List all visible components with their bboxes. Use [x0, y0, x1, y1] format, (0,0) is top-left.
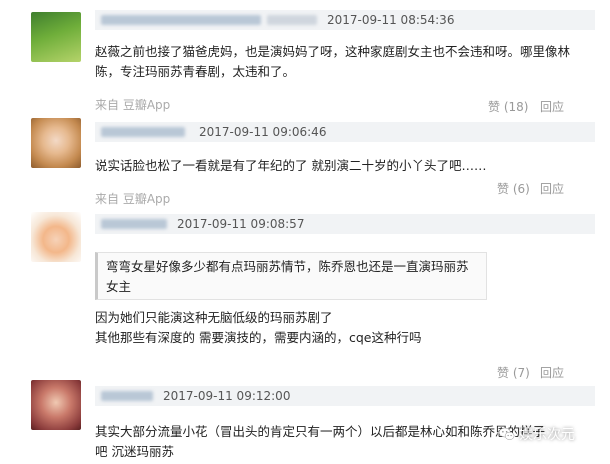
avatar[interactable] — [31, 118, 81, 168]
reply-button[interactable]: 回应 — [540, 180, 564, 197]
like-button[interactable]: 赞 (6) — [497, 180, 530, 197]
avatar[interactable] — [31, 380, 81, 430]
reply-button[interactable]: 回应 — [540, 98, 564, 115]
avatar[interactable] — [31, 212, 81, 262]
comment-header: 2017-09-11 09:06:46 — [95, 122, 595, 142]
timestamp: 2017-09-11 09:06:46 — [199, 125, 327, 139]
wechat-icon — [498, 427, 515, 440]
quoted-comment: 弯弯女星好像多少都有点玛丽苏情节，陈乔恩也还是一直演玛丽苏女主 — [95, 252, 487, 300]
comment-header: 2017-09-11 08:54:36 — [95, 10, 595, 30]
comment-header: 2017-09-11 09:08:57 — [95, 214, 595, 234]
username-blurred[interactable] — [101, 15, 261, 25]
like-button[interactable]: 赞 (18) — [488, 98, 528, 115]
comment-text: 其实大部分流量小花（冒出头的肯定只有一两个）以后都是林心如和陈乔恩的样子吧 沉迷… — [95, 424, 546, 459]
comment-header: 2017-09-11 09:12:00 — [95, 386, 595, 406]
username-blurred[interactable] — [101, 391, 153, 401]
comment-text: 赵薇之前也接了猫爸虎妈，也是演妈妈了呀，这种家庭剧女主也不会违和呀。哪里像林陈，… — [95, 44, 571, 79]
timestamp: 2017-09-11 08:54:36 — [327, 13, 455, 27]
avatar[interactable] — [31, 12, 81, 62]
timestamp: 2017-09-11 09:08:57 — [177, 217, 305, 231]
comment-text: 说实话脸也松了一看就是有了年纪的了 就别演二十岁的小丫头了吧…… — [95, 158, 487, 173]
comment-text: 因为她们只能演这种无脑低级的玛丽苏剧了 其他那些有深度的 需要演技的，需要内涵的… — [95, 310, 422, 345]
like-button[interactable]: 赞 (7) — [497, 364, 530, 381]
comment-source: 来自 豆瓣App — [95, 192, 171, 206]
watermark: 娱乐次元 — [498, 424, 575, 444]
reply-button[interactable]: 回应 — [540, 364, 564, 381]
comment-source: 来自 豆瓣App — [95, 98, 171, 112]
username-blurred — [267, 15, 317, 25]
timestamp: 2017-09-11 09:12:00 — [163, 389, 291, 403]
username-blurred[interactable] — [101, 219, 167, 229]
username-blurred[interactable] — [101, 127, 185, 137]
watermark-text: 娱乐次元 — [519, 427, 575, 443]
